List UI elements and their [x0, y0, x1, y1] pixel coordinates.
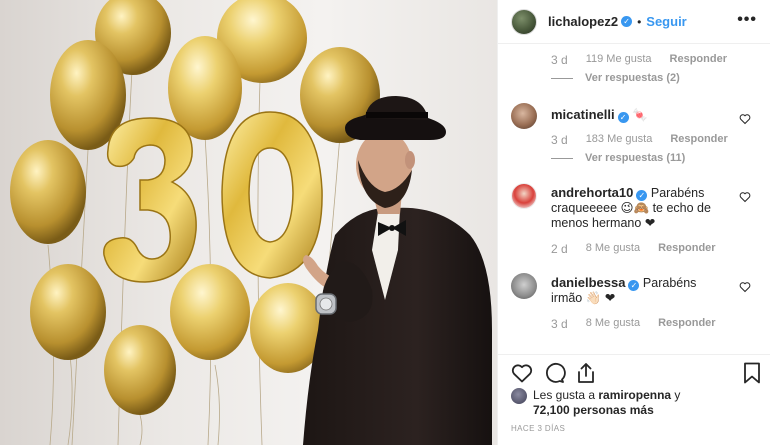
- likes-middle: y: [671, 388, 681, 402]
- reply-button[interactable]: Responder: [658, 317, 715, 331]
- author-avatar[interactable]: [511, 8, 537, 35]
- author-username[interactable]: lichalopez2: [548, 14, 618, 29]
- liker-avatar[interactable]: [511, 388, 527, 404]
- post-side-panel: lichalopez2 ✓ • Seguir ••• 3 d 119 Me gu…: [497, 0, 770, 445]
- share-upload-icon[interactable]: [574, 361, 598, 385]
- liker-username[interactable]: ramiropenna: [598, 388, 671, 402]
- comment-body: micatinelli ✓ 🍬: [551, 103, 731, 129]
- reply-button[interactable]: Responder: [658, 242, 715, 256]
- post-photo[interactable]: [0, 0, 497, 445]
- like-comment-heart-icon[interactable]: [739, 113, 751, 125]
- commenter-username[interactable]: micatinelli: [551, 107, 615, 122]
- commenter-username[interactable]: andrehorta10: [551, 185, 633, 200]
- likes-text: Les gusta a ramiropenna y 72,100 persona…: [533, 388, 680, 418]
- comment-body: andrehorta10 ✓ Parabéns craqueeeee 😉🙈 te …: [551, 183, 731, 231]
- like-comment-heart-icon[interactable]: [739, 281, 751, 293]
- comment-item: micatinelli ✓ 🍬: [511, 103, 731, 129]
- comment-likes[interactable]: 183 Me gusta: [586, 133, 653, 147]
- commenter-avatar[interactable]: [511, 273, 537, 299]
- like-heart-icon[interactable]: [510, 361, 534, 385]
- comment-age: 3 d: [551, 133, 568, 147]
- verified-badge-icon: ✓: [628, 280, 640, 291]
- comment-bubble-icon[interactable]: [542, 361, 566, 385]
- comment-meta: 2 d 8 Me gusta Responder: [551, 242, 716, 256]
- view-replies-label: Ver respuestas (11): [585, 152, 686, 164]
- comment-age: 3 d: [551, 317, 568, 331]
- comment-item: danielbessa ✓ Parabéns irmão 👋🏻 ❤: [511, 273, 731, 306]
- comment-meta: 3 d 183 Me gusta Responder: [551, 133, 728, 147]
- photo-illustration: [10, 0, 492, 445]
- post-header: lichalopez2 ✓ • Seguir •••: [498, 0, 770, 44]
- comment-likes[interactable]: 119 Me gusta: [586, 53, 652, 67]
- verified-badge-icon: ✓: [636, 190, 648, 201]
- author-line: lichalopez2 ✓ • Seguir: [548, 14, 687, 29]
- likes-prefix: Les gusta a: [533, 388, 599, 402]
- comment-likes[interactable]: 8 Me gusta: [586, 317, 640, 331]
- view-replies-button[interactable]: Ver respuestas (11): [551, 152, 685, 164]
- comment-meta: 3 d 119 Me gusta Responder: [551, 53, 727, 67]
- like-comment-heart-icon[interactable]: [739, 191, 751, 203]
- post-timestamp: HACE 3 DÍAS: [511, 424, 566, 433]
- commenter-avatar[interactable]: [511, 183, 537, 209]
- comment-age: 3 d: [551, 53, 568, 67]
- comment-item: andrehorta10 ✓ Parabéns craqueeeee 😉🙈 te …: [511, 183, 731, 231]
- follow-button[interactable]: Seguir: [646, 14, 686, 29]
- view-replies-button[interactable]: Ver respuestas (2): [551, 72, 680, 84]
- reply-button[interactable]: Responder: [670, 133, 727, 147]
- likes-summary: Les gusta a ramiropenna y 72,100 persona…: [511, 388, 680, 418]
- comments-list[interactable]: 3 d 119 Me gusta Responder Ver respuesta…: [498, 45, 770, 353]
- header-separator: •: [637, 14, 642, 29]
- verified-badge-icon: ✓: [617, 112, 629, 123]
- reply-button[interactable]: Responder: [670, 53, 727, 67]
- commenter-username[interactable]: danielbessa: [551, 275, 625, 290]
- replies-divider: [551, 77, 573, 79]
- comment-body: danielbessa ✓ Parabéns irmão 👋🏻 ❤: [551, 273, 731, 306]
- action-bar: [498, 354, 770, 384]
- replies-divider: [551, 157, 573, 159]
- more-options-icon[interactable]: •••: [737, 12, 757, 28]
- comment-text: 🍬: [632, 108, 648, 122]
- likes-count-link[interactable]: 72,100 personas más: [533, 403, 654, 417]
- commenter-avatar[interactable]: [511, 103, 537, 129]
- comment-age: 2 d: [551, 242, 568, 256]
- view-replies-label: Ver respuestas (2): [585, 72, 680, 84]
- comment-likes[interactable]: 8 Me gusta: [586, 242, 640, 256]
- comment-meta: 3 d 8 Me gusta Responder: [551, 317, 716, 331]
- verified-badge-icon: ✓: [621, 16, 633, 27]
- save-bookmark-icon[interactable]: [740, 361, 764, 385]
